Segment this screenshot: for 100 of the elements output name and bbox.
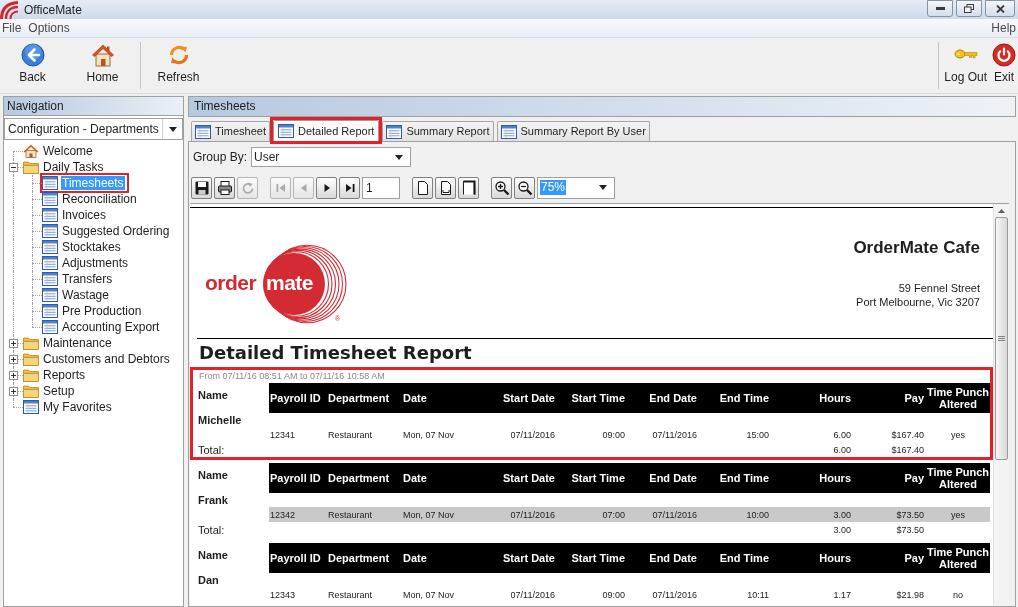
close-button[interactable] xyxy=(985,0,1015,17)
expand-icon[interactable] xyxy=(9,355,18,364)
table-cell-text: 07/11/2016 xyxy=(509,428,556,441)
group-by-dropdown[interactable]: User xyxy=(251,147,412,167)
collapse-icon[interactable] xyxy=(9,163,18,172)
tree-item[interactable]: Welcome xyxy=(42,145,94,157)
tree-item[interactable]: Accounting Export xyxy=(61,321,161,333)
tab[interactable]: Summary Report xyxy=(382,121,494,141)
tree-item[interactable]: My Favorites xyxy=(42,401,113,413)
list-page-icon xyxy=(42,288,58,302)
minimize-icon xyxy=(935,7,945,10)
tree-item[interactable]: Daily Tasks xyxy=(42,161,105,173)
name-label: Name xyxy=(198,389,228,401)
table-cell-text: 3.00 xyxy=(832,508,852,521)
back-button[interactable]: Back xyxy=(10,38,55,93)
name-label: Name xyxy=(198,469,228,481)
panel-header: Navigation xyxy=(4,97,183,116)
save-button[interactable] xyxy=(191,176,212,199)
expand-icon[interactable] xyxy=(9,387,18,396)
table-cell-text: yes xyxy=(950,428,966,441)
tree-item[interactable]: Suggested Ordering xyxy=(61,225,171,237)
next-page-button[interactable] xyxy=(316,176,337,199)
table-cell-text: $73.50 xyxy=(895,508,925,521)
list-page-icon xyxy=(277,124,294,138)
expand-icon[interactable] xyxy=(9,339,18,348)
table-cell-text: 07:00 xyxy=(601,508,626,521)
expand-icon[interactable] xyxy=(9,371,18,380)
column-header: Time Punch Altered xyxy=(926,466,990,490)
company-name: OrderMate Cafe xyxy=(853,238,980,258)
list-page-icon xyxy=(42,240,58,254)
home-button[interactable]: Home xyxy=(80,38,125,93)
list-page-icon xyxy=(42,176,58,190)
tree-item[interactable]: Pre Production xyxy=(61,305,143,317)
power-icon xyxy=(992,43,1016,67)
scrollbar-thumb[interactable] xyxy=(995,217,1008,460)
table-cell-text: $21.98 xyxy=(895,588,925,601)
table-cell-text: 6.00 xyxy=(832,428,852,441)
page-corner-icon xyxy=(460,179,477,196)
list-page-icon xyxy=(195,124,211,139)
view-dropdown[interactable]: Configuration - Departments xyxy=(4,118,183,140)
tree-item[interactable]: Invoices xyxy=(61,209,108,221)
exit-button[interactable]: Exit xyxy=(991,38,1017,93)
table-cell-text: Mon, 07 Nov xyxy=(402,428,456,441)
menu-item[interactable]: Help xyxy=(989,20,1018,36)
folder-icon xyxy=(23,352,39,366)
column-header: Hours xyxy=(818,552,852,564)
tree-item[interactable]: Transfers xyxy=(61,273,114,285)
single-page-button[interactable] xyxy=(412,176,433,199)
zoom-out-button[interactable] xyxy=(514,176,535,199)
page-width-button[interactable] xyxy=(435,176,456,199)
table-cell-text: Mon, 07 Nov xyxy=(402,588,456,601)
total-label: Total: xyxy=(198,443,225,456)
whole-page-button[interactable] xyxy=(458,176,479,199)
column-header: Hours xyxy=(818,472,852,484)
tree-item[interactable]: Reconciliation xyxy=(61,193,138,205)
tab[interactable]: Detailed Report xyxy=(272,120,380,141)
tree-item[interactable]: Setup xyxy=(42,385,76,397)
page-number-field[interactable]: 1 xyxy=(362,176,400,199)
tree-item[interactable]: Reports xyxy=(42,369,87,381)
minimize-button[interactable] xyxy=(927,0,953,17)
folder-icon xyxy=(23,336,39,350)
column-header: Start Time xyxy=(570,552,626,564)
tab[interactable]: Timesheet xyxy=(191,121,270,141)
column-header: Date xyxy=(402,392,428,404)
scroll-up-arrow-icon[interactable] xyxy=(998,209,1005,213)
zoom-in-icon xyxy=(493,179,510,196)
last-page-button[interactable] xyxy=(339,176,360,199)
refresh-button[interactable]: Refresh xyxy=(156,38,201,93)
vertical-scrollbar[interactable] xyxy=(993,204,1009,606)
table-cell-text: 07/11/2016 xyxy=(509,588,556,601)
employee-name: Frank xyxy=(198,493,228,507)
caret-icon xyxy=(599,185,607,190)
grip-icon xyxy=(998,335,1005,342)
print-button[interactable] xyxy=(214,176,235,199)
column-header: Start Time xyxy=(570,392,626,404)
log-out-button[interactable]: Log Out xyxy=(943,38,988,93)
column-header: End Date xyxy=(648,392,698,404)
tree-item[interactable]: Customers and Debtors xyxy=(42,353,171,365)
total-hours: 6.00 xyxy=(832,443,852,456)
restore-button[interactable] xyxy=(956,0,982,17)
tree-item[interactable]: Wastage xyxy=(61,289,110,301)
tab[interactable]: Summary Report By User xyxy=(496,121,650,141)
column-header: Payroll ID xyxy=(269,472,322,484)
caret-icon xyxy=(395,154,404,160)
tree-item[interactable]: Stocktakes xyxy=(61,241,122,253)
menu-item[interactable]: File xyxy=(0,20,24,36)
list-page-icon xyxy=(500,124,517,139)
printer-icon xyxy=(216,179,233,196)
name-label: Name xyxy=(198,549,228,561)
column-header: Date xyxy=(402,472,428,484)
table-cell-text: Restaurant xyxy=(327,588,374,601)
total-label: Total: xyxy=(198,523,225,536)
tree-item[interactable]: Adjustments xyxy=(61,257,130,269)
list-page-icon xyxy=(42,192,58,206)
zoom-in-button[interactable] xyxy=(491,176,512,199)
tree-item[interactable]: Maintenance xyxy=(42,337,113,349)
list-page-icon xyxy=(42,256,58,270)
table-cell-text: Mon, 07 Nov xyxy=(402,508,456,521)
table-cell-text: 07/11/2016 xyxy=(651,428,698,441)
menu-item[interactable]: Options xyxy=(26,20,72,36)
